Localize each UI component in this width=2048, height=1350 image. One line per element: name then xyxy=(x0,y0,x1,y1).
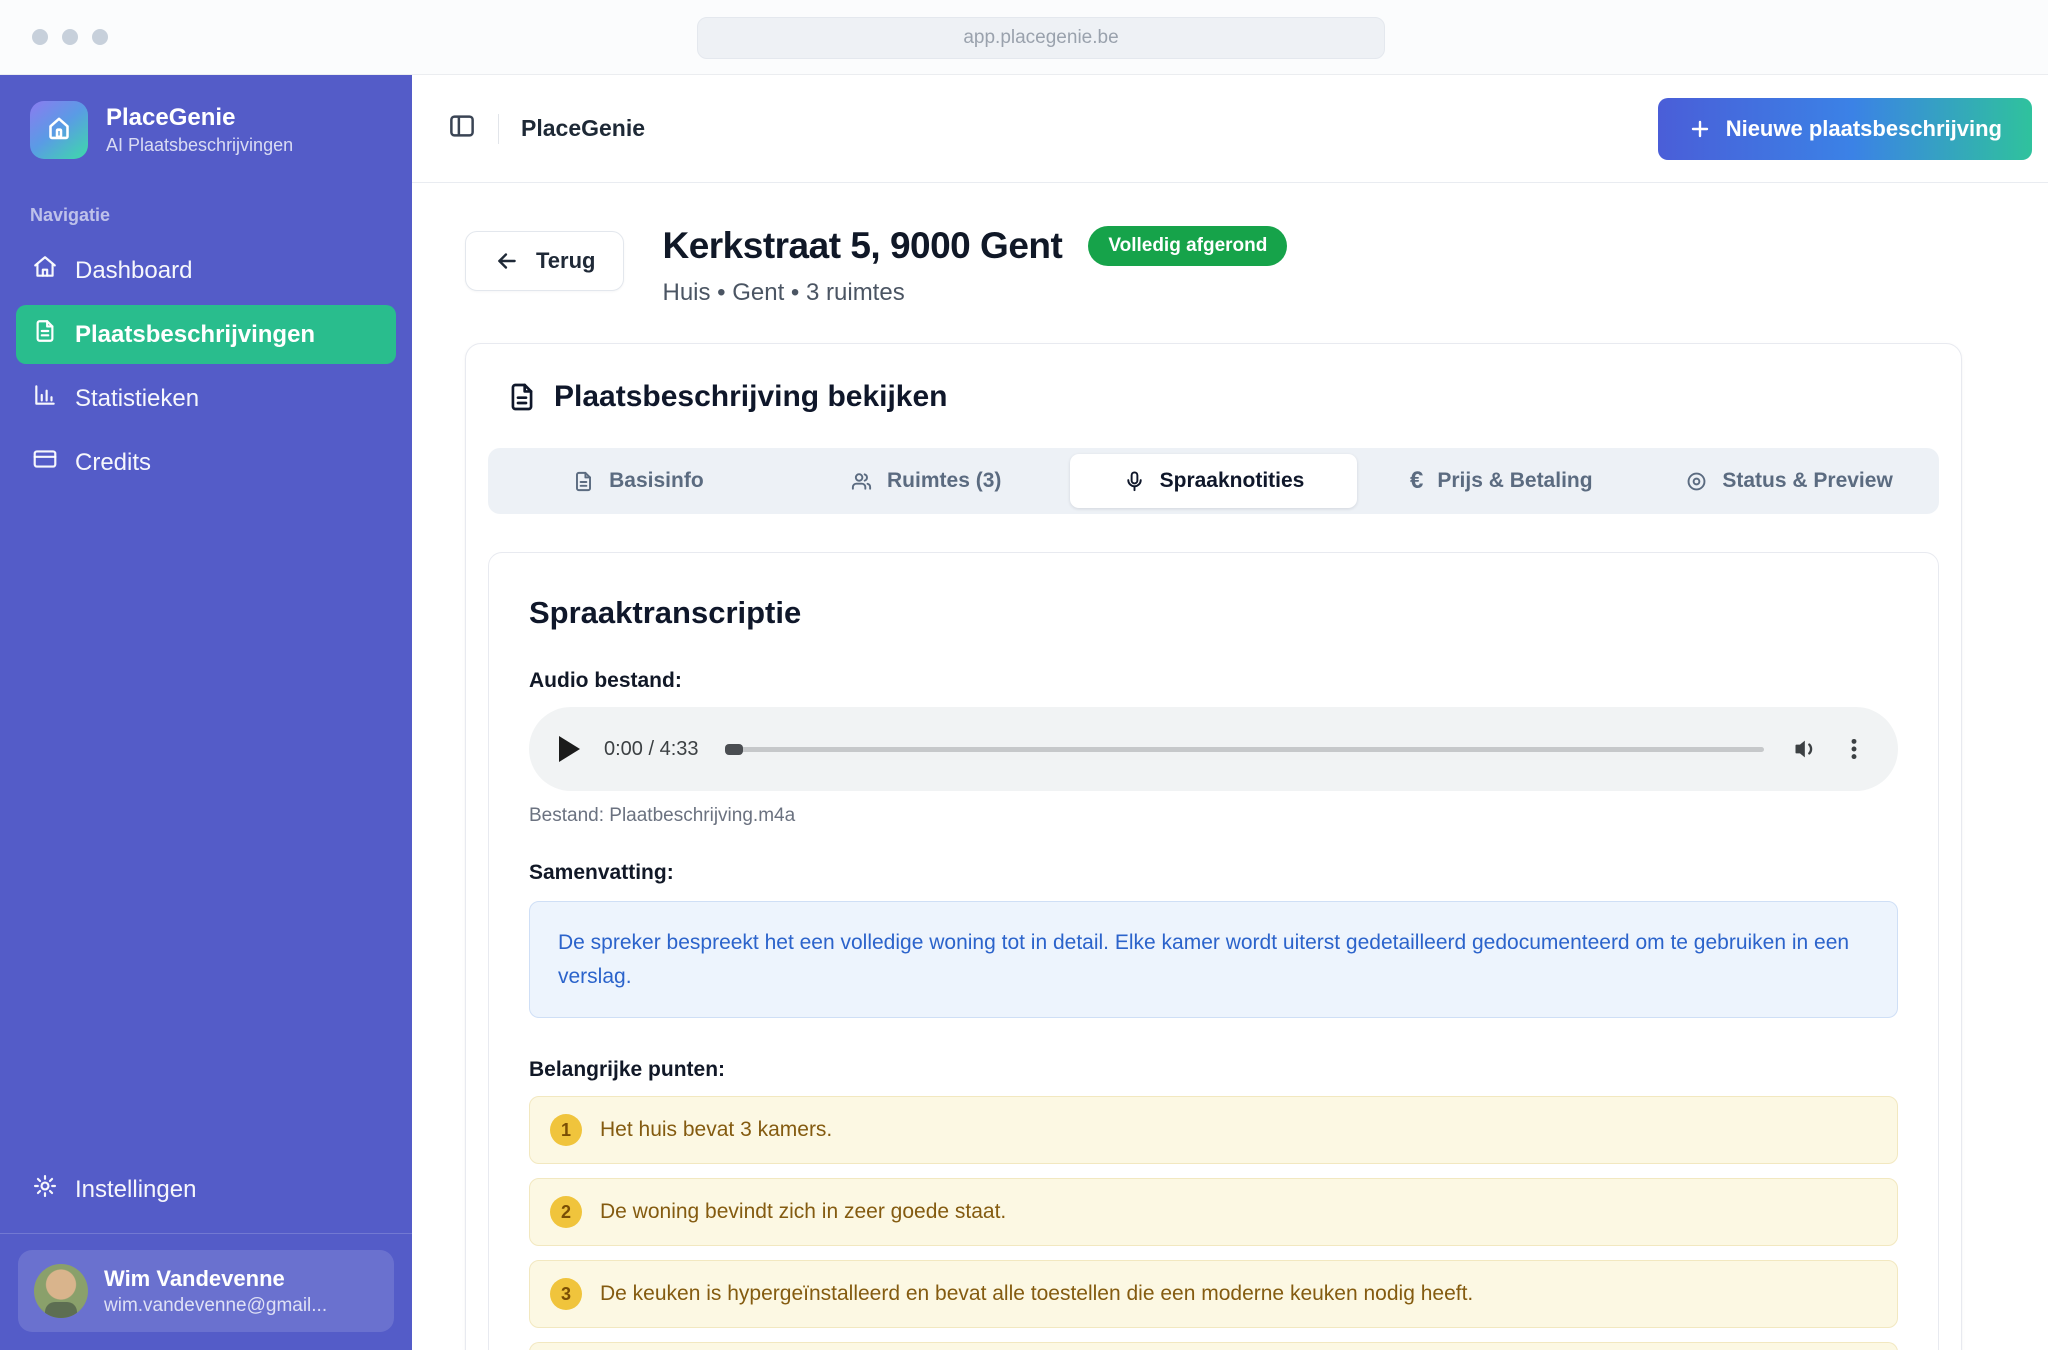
microphone-icon xyxy=(1123,470,1146,493)
plaatsbeschrijving-card: Plaatsbeschrijving bekijken Basisinfo xyxy=(465,343,1962,1350)
window-control-dot[interactable] xyxy=(62,29,78,45)
key-point-item-partial xyxy=(529,1342,1898,1350)
document-icon xyxy=(32,318,58,351)
card-title: Plaatsbeschrijving bekijken xyxy=(554,380,948,414)
point-text: De keuken is hypergeïnstalleerd en bevat… xyxy=(600,1282,1473,1306)
points-label: Belangrijke punten: xyxy=(529,1058,1898,1082)
audio-seek-bar[interactable] xyxy=(725,747,1764,752)
sidebar-nav: Dashboard Plaatsbeschrijvingen xyxy=(0,236,412,497)
sidebar-item-plaatsbeschrijvingen[interactable]: Plaatsbeschrijvingen xyxy=(16,305,396,364)
key-point-item: 3 De keuken is hypergeïnstalleerd en bev… xyxy=(529,1260,1898,1328)
audio-time: 0:00 / 4:33 xyxy=(604,738,699,761)
main-area: PlaceGenie Nieuwe plaatsbeschrijving xyxy=(412,75,2048,1350)
browser-chrome: app.placegenie.be xyxy=(0,0,2048,75)
new-button-label: Nieuwe plaatsbeschrijving xyxy=(1726,116,2002,142)
sidebar-item-label: Dashboard xyxy=(75,257,192,285)
tab-bar: Basisinfo Ruimtes (3 xyxy=(488,448,1939,514)
brand-tagline: AI Plaatsbeschrijvingen xyxy=(106,135,293,156)
sidebar-item-label: Instellingen xyxy=(75,1176,196,1204)
section-title: Spraaktranscriptie xyxy=(529,595,1898,631)
summary-label: Samenvatting: xyxy=(529,861,1898,885)
status-badge: Volledig afgerond xyxy=(1088,226,1287,266)
tab-prijs-betaling[interactable]: € Prijs & Betaling xyxy=(1357,454,1645,508)
window-control-dot[interactable] xyxy=(32,29,48,45)
sidebar-toggle-button[interactable] xyxy=(440,107,484,151)
point-number-badge: 3 xyxy=(550,1278,582,1310)
point-text: De woning bevindt zich in zeer goede sta… xyxy=(600,1200,1006,1224)
tab-label: Prijs & Betaling xyxy=(1437,469,1592,493)
sidebar: PlaceGenie AI Plaatsbeschrijvingen Navig… xyxy=(0,75,412,1350)
kebab-menu-icon[interactable] xyxy=(1840,735,1868,763)
nav-section-label: Navigatie xyxy=(0,183,412,236)
euro-icon: € xyxy=(1410,469,1423,493)
panel-left-icon xyxy=(447,111,477,146)
tab-ruimtes[interactable]: Ruimtes (3) xyxy=(782,454,1070,508)
house-icon xyxy=(42,111,76,150)
app-title: PlaceGenie xyxy=(521,115,645,142)
credit-card-icon xyxy=(32,446,58,479)
sidebar-item-instellingen[interactable]: Instellingen xyxy=(16,1160,396,1219)
tab-spraaknotities[interactable]: Spraaknotities xyxy=(1070,454,1358,508)
tab-label: Status & Preview xyxy=(1722,469,1892,493)
sidebar-item-label: Statistieken xyxy=(75,385,199,413)
brand-logo xyxy=(30,101,88,159)
audio-seek-thumb[interactable] xyxy=(725,744,743,755)
tab-label: Spraaknotities xyxy=(1160,469,1305,493)
tab-status-preview[interactable]: Status & Preview xyxy=(1645,454,1933,508)
home-icon xyxy=(32,254,58,287)
user-card[interactable]: Wim Vandevenne wim.vandevenne@gmail... xyxy=(18,1250,394,1332)
sidebar-item-dashboard[interactable]: Dashboard xyxy=(16,241,396,300)
sidebar-divider xyxy=(0,1233,412,1234)
page-title: Kerkstraat 5, 9000 Gent xyxy=(662,225,1062,267)
tab-label: Basisinfo xyxy=(609,469,704,493)
page-content: Terug Kerkstraat 5, 9000 Gent Volledig a… xyxy=(412,183,2048,1350)
play-button[interactable] xyxy=(559,736,580,762)
key-point-item: 1 Het huis bevat 3 kamers. xyxy=(529,1096,1898,1164)
back-button[interactable]: Terug xyxy=(465,231,624,291)
avatar xyxy=(34,1264,88,1318)
audio-file-label: Audio bestand: xyxy=(529,669,1898,693)
back-button-label: Terug xyxy=(536,248,595,274)
url-bar[interactable]: app.placegenie.be xyxy=(697,17,1385,59)
brand-name: PlaceGenie xyxy=(106,104,293,133)
point-text: Het huis bevat 3 kamers. xyxy=(600,1118,832,1142)
point-number-badge: 1 xyxy=(550,1114,582,1146)
window-controls xyxy=(32,29,108,45)
summary-box: De spreker bespreekt het een volledige w… xyxy=(529,901,1898,1018)
audio-file-caption: Bestand: Plaatbeschrijving.m4a xyxy=(529,805,1898,827)
document-icon xyxy=(572,470,595,493)
spraaktranscriptie-section: Spraaktranscriptie Audio bestand: 0:00 /… xyxy=(488,552,1939,1350)
eye-icon xyxy=(1685,470,1708,493)
arrow-left-icon xyxy=(494,248,520,274)
topbar: PlaceGenie Nieuwe plaatsbeschrijving xyxy=(412,75,2048,183)
sidebar-item-label: Credits xyxy=(75,449,151,477)
key-point-item: 2 De woning bevindt zich in zeer goede s… xyxy=(529,1178,1898,1246)
window-control-dot[interactable] xyxy=(92,29,108,45)
document-icon xyxy=(506,381,538,413)
sidebar-item-credits[interactable]: Credits xyxy=(16,433,396,492)
volume-icon[interactable] xyxy=(1792,735,1820,763)
brand: PlaceGenie AI Plaatsbeschrijvingen xyxy=(0,75,412,183)
new-plaatsbeschrijving-button[interactable]: Nieuwe plaatsbeschrijving xyxy=(1658,98,2032,160)
topbar-divider xyxy=(498,114,499,144)
point-number-badge: 2 xyxy=(550,1196,582,1228)
plus-icon xyxy=(1688,117,1712,141)
tab-basisinfo[interactable]: Basisinfo xyxy=(494,454,782,508)
tab-label: Ruimtes (3) xyxy=(887,469,1001,493)
bar-chart-icon xyxy=(32,382,58,415)
sidebar-item-statistieken[interactable]: Statistieken xyxy=(16,369,396,428)
screen: app.placegenie.be PlaceGenie AI Plaatsbe… xyxy=(0,0,2048,1350)
page-subtitle: Huis • Gent • 3 ruimtes xyxy=(662,279,1287,307)
user-email: wim.vandevenne@gmail... xyxy=(104,1295,327,1317)
sidebar-item-label: Plaatsbeschrijvingen xyxy=(75,321,315,349)
user-name: Wim Vandevenne xyxy=(104,1265,327,1293)
gear-icon xyxy=(32,1173,58,1206)
audio-player: 0:00 / 4:33 xyxy=(529,707,1898,791)
users-icon xyxy=(850,470,873,493)
